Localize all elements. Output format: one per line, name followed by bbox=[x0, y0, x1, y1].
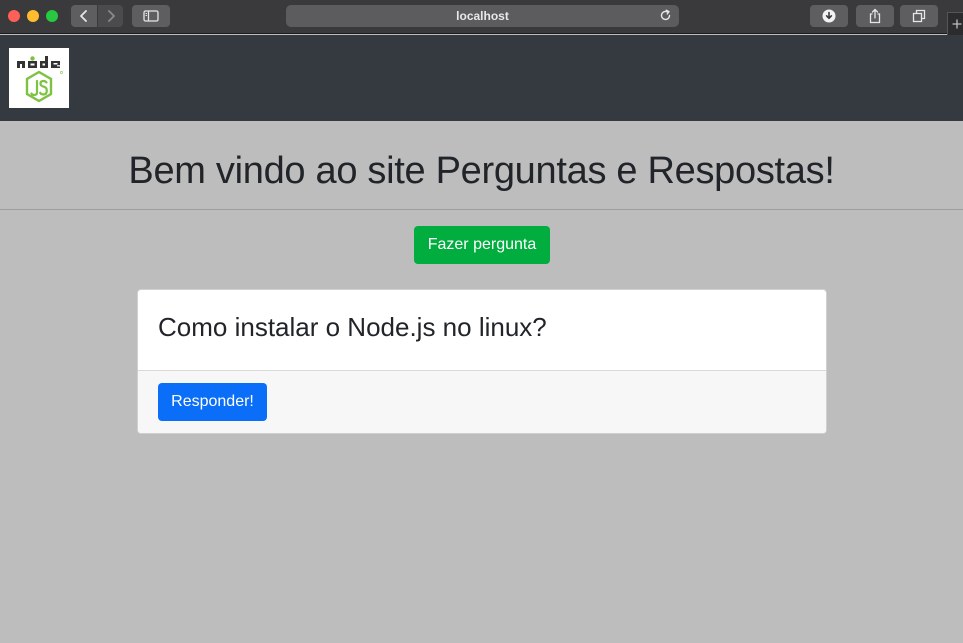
question-card-header: Como instalar o Node.js no linux? bbox=[138, 290, 826, 371]
ask-question-button[interactable]: Fazer pergunta bbox=[414, 226, 550, 264]
minimize-window-button[interactable] bbox=[27, 10, 39, 22]
nodejs-logo[interactable] bbox=[9, 48, 69, 108]
close-window-button[interactable] bbox=[8, 10, 20, 22]
nodejs-logo-graphic bbox=[17, 56, 63, 103]
history-navigation bbox=[71, 5, 123, 27]
forward-icon bbox=[107, 10, 115, 22]
tabs-icon bbox=[912, 9, 926, 23]
maximize-window-button[interactable] bbox=[46, 10, 58, 22]
tab-overview-button[interactable] bbox=[900, 5, 938, 27]
site-navbar bbox=[0, 35, 963, 121]
new-tab-button[interactable] bbox=[947, 12, 963, 35]
question-card: Como instalar o Node.js no linux? Respon… bbox=[137, 289, 827, 434]
plus-icon bbox=[952, 19, 961, 29]
answer-button[interactable]: Responder! bbox=[158, 383, 267, 421]
download-icon bbox=[822, 9, 836, 23]
sidebar-icon bbox=[143, 10, 159, 22]
back-button[interactable] bbox=[71, 5, 97, 27]
share-icon bbox=[869, 8, 881, 24]
header-divider bbox=[0, 209, 963, 210]
back-icon bbox=[80, 10, 87, 22]
reload-icon[interactable] bbox=[659, 9, 672, 22]
address-bar[interactable]: localhost bbox=[286, 5, 679, 27]
share-button[interactable] bbox=[856, 5, 894, 27]
forward-button[interactable] bbox=[97, 5, 123, 27]
sidebar-toggle-button[interactable] bbox=[132, 5, 170, 27]
question-card-footer: Responder! bbox=[138, 371, 826, 433]
question-title[interactable]: Como instalar o Node.js no linux? bbox=[158, 312, 806, 343]
downloads-button[interactable] bbox=[810, 5, 848, 27]
browser-titlebar: localhost bbox=[0, 0, 963, 35]
address-text: localhost bbox=[456, 9, 509, 23]
page-title: Bem vindo ao site Perguntas e Respostas! bbox=[128, 150, 835, 192]
